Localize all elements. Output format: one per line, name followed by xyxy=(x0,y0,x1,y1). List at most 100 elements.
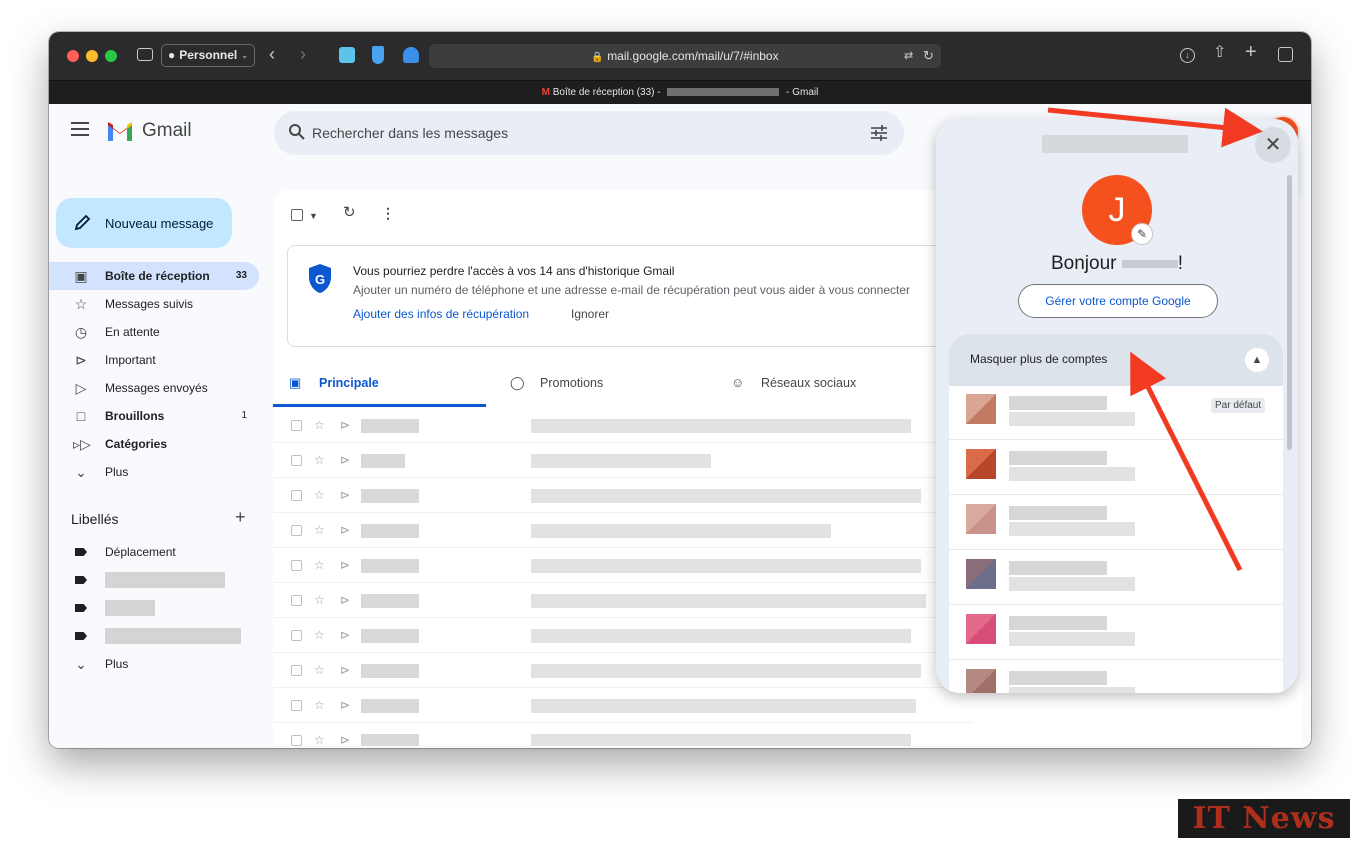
message-row[interactable]: ☆ ⊳ xyxy=(273,548,973,583)
new-tab-icon[interactable]: + xyxy=(1245,42,1257,62)
reload-icon[interactable]: ↻ xyxy=(923,44,934,68)
row-checkbox[interactable] xyxy=(291,630,302,641)
tab-primary[interactable]: ▣ Principale xyxy=(273,363,486,407)
add-label-icon[interactable]: + xyxy=(235,507,246,528)
zoom-window-button[interactable] xyxy=(105,50,117,62)
more-options-icon[interactable]: ⋮ xyxy=(381,204,395,222)
extension-flask-icon[interactable] xyxy=(372,46,384,64)
translate-icon[interactable]: ⇄ xyxy=(904,44,913,68)
account-row[interactable]: Par défaut xyxy=(949,386,1283,440)
account-row[interactable] xyxy=(949,606,1283,660)
manage-account-button[interactable]: Gérer votre compte Google xyxy=(1018,284,1218,318)
important-icon[interactable]: ⊳ xyxy=(340,629,350,641)
close-window-button[interactable] xyxy=(67,50,79,62)
message-row[interactable]: ☆ ⊳ xyxy=(273,408,973,443)
account-row[interactable] xyxy=(949,661,1283,693)
main-menu-icon[interactable] xyxy=(71,122,89,136)
row-checkbox[interactable] xyxy=(291,700,302,711)
minimize-window-button[interactable] xyxy=(86,50,98,62)
extension-translate-icon[interactable] xyxy=(339,47,355,63)
browser-tab[interactable]: M Boîte de réception (33) - - Gmail xyxy=(49,81,1311,104)
star-icon[interactable]: ☆ xyxy=(314,489,325,501)
star-icon[interactable]: ☆ xyxy=(314,419,325,431)
message-row[interactable]: ☆ ⊳ xyxy=(273,443,973,478)
tab-overview-icon[interactable] xyxy=(1278,47,1293,62)
back-icon[interactable]: ‹ xyxy=(269,45,275,63)
message-row[interactable]: ☆ ⊳ xyxy=(273,688,973,723)
row-checkbox[interactable] xyxy=(291,455,302,466)
search-options-icon[interactable] xyxy=(870,124,888,142)
panel-scrollbar[interactable] xyxy=(1287,175,1292,450)
account-row[interactable] xyxy=(949,441,1283,495)
row-checkbox[interactable] xyxy=(291,665,302,676)
label-item[interactable] xyxy=(49,566,259,594)
row-checkbox[interactable] xyxy=(291,735,302,746)
sidebar-item-inbox[interactable]: ▣ Boîte de réception 33 xyxy=(49,262,259,290)
important-icon[interactable]: ⊳ xyxy=(340,454,350,466)
row-checkbox[interactable] xyxy=(291,490,302,501)
select-dropdown-icon[interactable]: ▼ xyxy=(309,207,318,225)
label-item[interactable] xyxy=(49,622,259,650)
sidebar-item-more[interactable]: ⌄ Plus xyxy=(49,458,259,486)
edit-photo-icon[interactable]: ✎ xyxy=(1131,223,1153,245)
row-checkbox[interactable] xyxy=(291,560,302,571)
important-icon[interactable]: ⊳ xyxy=(340,524,350,536)
row-checkbox[interactable] xyxy=(291,525,302,536)
sidebar-item-starred[interactable]: ☆ Messages suivis xyxy=(49,290,259,318)
extension-ghost-icon[interactable] xyxy=(403,47,419,63)
search-input[interactable] xyxy=(312,111,832,155)
search-bar[interactable] xyxy=(274,111,904,155)
account-row[interactable] xyxy=(949,551,1283,605)
url-bar[interactable]: 🔒 mail.google.com/mail/u/7/#inbox ⇄ ↻ xyxy=(429,44,941,68)
important-icon[interactable]: ⊳ xyxy=(340,419,350,431)
label-item[interactable]: Déplacement xyxy=(49,538,259,566)
message-row[interactable]: ☆ ⊳ xyxy=(273,618,973,653)
sidebar-item-categories[interactable]: ▹▷ Catégories xyxy=(49,430,259,458)
tab-promotions[interactable]: ◯ Promotions xyxy=(494,363,707,407)
gmail-logo-icon[interactable] xyxy=(106,119,134,141)
tab-social[interactable]: ☺ Réseaux sociaux xyxy=(715,363,928,407)
star-icon[interactable]: ☆ xyxy=(314,454,325,466)
sidebar-item-sent[interactable]: ▷ Messages envoyés xyxy=(49,374,259,402)
star-icon[interactable]: ☆ xyxy=(314,594,325,606)
accounts-toggle-header[interactable]: Masquer plus de comptes ▲ xyxy=(949,334,1283,386)
important-icon[interactable]: ⊳ xyxy=(340,664,350,676)
ignore-button[interactable]: Ignorer xyxy=(571,307,609,321)
row-checkbox[interactable] xyxy=(291,420,302,431)
message-row[interactable]: ☆ ⊳ xyxy=(273,653,973,688)
message-row[interactable]: ☆ ⊳ xyxy=(273,478,973,513)
compose-button[interactable]: Nouveau message xyxy=(56,198,232,248)
important-icon[interactable]: ⊳ xyxy=(340,489,350,501)
sidebar-item-drafts[interactable]: □ Brouillons 1 xyxy=(49,402,259,430)
chevron-up-icon[interactable]: ▲ xyxy=(1245,348,1269,372)
profile-button[interactable]: ● Personnel ⌄ xyxy=(161,44,255,67)
sidebar-toggle-icon[interactable] xyxy=(137,48,153,61)
important-icon[interactable]: ⊳ xyxy=(340,699,350,711)
search-icon[interactable] xyxy=(288,123,306,141)
star-icon[interactable]: ☆ xyxy=(314,734,325,746)
important-icon[interactable]: ⊳ xyxy=(340,734,350,746)
important-icon[interactable]: ⊳ xyxy=(340,594,350,606)
add-recovery-link[interactable]: Ajouter des infos de récupération xyxy=(353,307,529,321)
select-all-checkbox[interactable] xyxy=(291,207,303,225)
message-row[interactable]: ☆ ⊳ xyxy=(273,513,973,548)
sidebar-item-important[interactable]: ⊳ Important xyxy=(49,346,259,374)
message-row[interactable]: ☆ ⊳ xyxy=(273,583,973,618)
row-checkbox[interactable] xyxy=(291,595,302,606)
label-item[interactable] xyxy=(49,594,259,622)
star-icon[interactable]: ☆ xyxy=(314,699,325,711)
close-icon[interactable]: ✕ xyxy=(1255,127,1291,163)
labels-more[interactable]: ⌄ Plus xyxy=(49,650,259,678)
refresh-icon[interactable]: ↻ xyxy=(343,204,356,222)
star-icon[interactable]: ☆ xyxy=(314,524,325,536)
forward-icon[interactable]: › xyxy=(300,45,306,63)
star-icon[interactable]: ☆ xyxy=(314,559,325,571)
important-icon[interactable]: ⊳ xyxy=(340,559,350,571)
download-icon[interactable]: ↓ xyxy=(1180,48,1195,63)
star-icon[interactable]: ☆ xyxy=(314,629,325,641)
star-icon[interactable]: ☆ xyxy=(314,664,325,676)
message-row[interactable]: ☆ ⊳ xyxy=(273,723,973,746)
share-icon[interactable]: ⇧ xyxy=(1213,45,1226,61)
account-row[interactable] xyxy=(949,496,1283,550)
sidebar-item-snoozed[interactable]: ◷ En attente xyxy=(49,318,259,346)
